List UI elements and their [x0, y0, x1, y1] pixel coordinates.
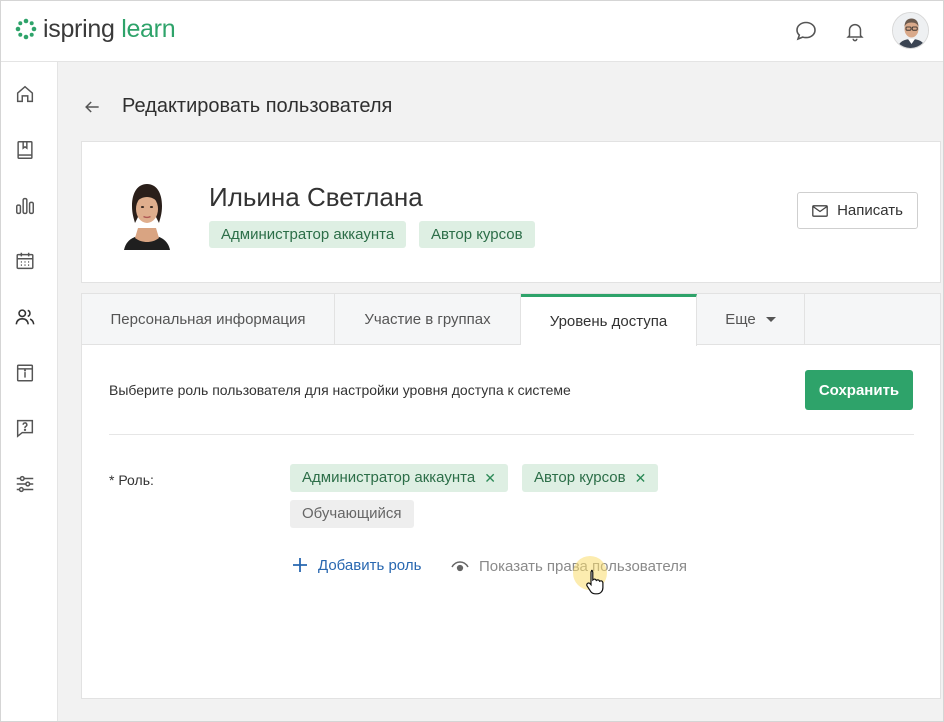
role-chip-author: Автор курсов [419, 221, 535, 248]
tab-personal-info-label: Персональная информация [110, 311, 306, 328]
profile-photo [110, 176, 184, 250]
tab-group-membership[interactable]: Участие в группах [335, 294, 521, 345]
home-icon[interactable] [10, 79, 40, 109]
settings-icon[interactable] [10, 469, 40, 499]
tab-group-membership-label: Участие в группах [364, 311, 491, 328]
eye-icon [451, 560, 469, 571]
access-panel: Персональная информация Участие в группа… [81, 293, 941, 699]
plus-icon [293, 558, 307, 572]
courses-icon[interactable] [10, 135, 40, 165]
profile-name: Ильина Светлана [209, 182, 423, 212]
tab-access-level[interactable]: Уровень доступа [521, 294, 697, 346]
show-user-rights-link[interactable]: Показать права пользователя [451, 558, 687, 575]
write-message-button[interactable]: Написать [797, 192, 918, 229]
tab-more-label: Еще [725, 311, 756, 328]
role-tag-learner-label: Обучающийся [302, 505, 402, 522]
tab-access-level-label: Уровень доступа [549, 313, 668, 330]
page-header: Редактировать пользователя [81, 95, 392, 118]
add-role-label: Добавить роль [318, 556, 422, 574]
tab-personal-info[interactable]: Персональная информация [82, 294, 335, 345]
profile-card: Ильина Светлана Администратор аккаунта А… [81, 141, 941, 283]
back-arrow-icon[interactable] [81, 96, 103, 118]
tab-more[interactable]: Еще [697, 294, 805, 345]
tab-bar: Персональная информация Участие в группа… [82, 294, 940, 346]
logo-text: ispring learn [43, 15, 176, 43]
page-title: Редактировать пользователя [122, 95, 393, 117]
role-label: * Роль: [109, 472, 154, 488]
role-tag-admin: Администратор аккаунта ✕ [290, 464, 508, 492]
role-tag-author-label: Автор курсов [534, 469, 626, 486]
user-avatar[interactable] [892, 12, 929, 49]
role-tag-learner[interactable]: Обучающийся [290, 500, 414, 528]
reports-icon[interactable] [10, 191, 40, 221]
role-tag-admin-label: Администратор аккаунта [302, 469, 476, 486]
logo[interactable]: ispring learn [15, 15, 176, 43]
caret-down-icon [765, 317, 776, 322]
hand-cursor-icon [586, 569, 604, 595]
sidebar [1, 62, 58, 721]
divider [109, 434, 914, 435]
top-bar: ispring learn [1, 1, 943, 62]
chat-icon[interactable] [793, 18, 819, 44]
bell-icon[interactable] [842, 18, 868, 44]
role-chip-admin: Администратор аккаунта [209, 221, 407, 248]
access-description: Выберите роль пользователя для настройки… [109, 382, 571, 398]
logo-icon [15, 18, 37, 40]
users-icon[interactable] [10, 302, 40, 332]
write-message-label: Написать [837, 202, 903, 219]
help-icon[interactable] [10, 413, 40, 443]
add-role-button[interactable]: Добавить роль [291, 556, 421, 574]
remove-role-author-icon[interactable]: ✕ [635, 464, 647, 492]
remove-role-admin-icon[interactable]: ✕ [484, 464, 496, 492]
mail-icon [812, 204, 828, 217]
app-window: ispring learn Редактировать пользователя… [0, 0, 944, 722]
role-tag-author: Автор курсов ✕ [522, 464, 659, 492]
calendar-icon[interactable] [10, 246, 40, 276]
info-icon[interactable] [10, 358, 40, 388]
save-button[interactable]: Сохранить [805, 370, 913, 410]
